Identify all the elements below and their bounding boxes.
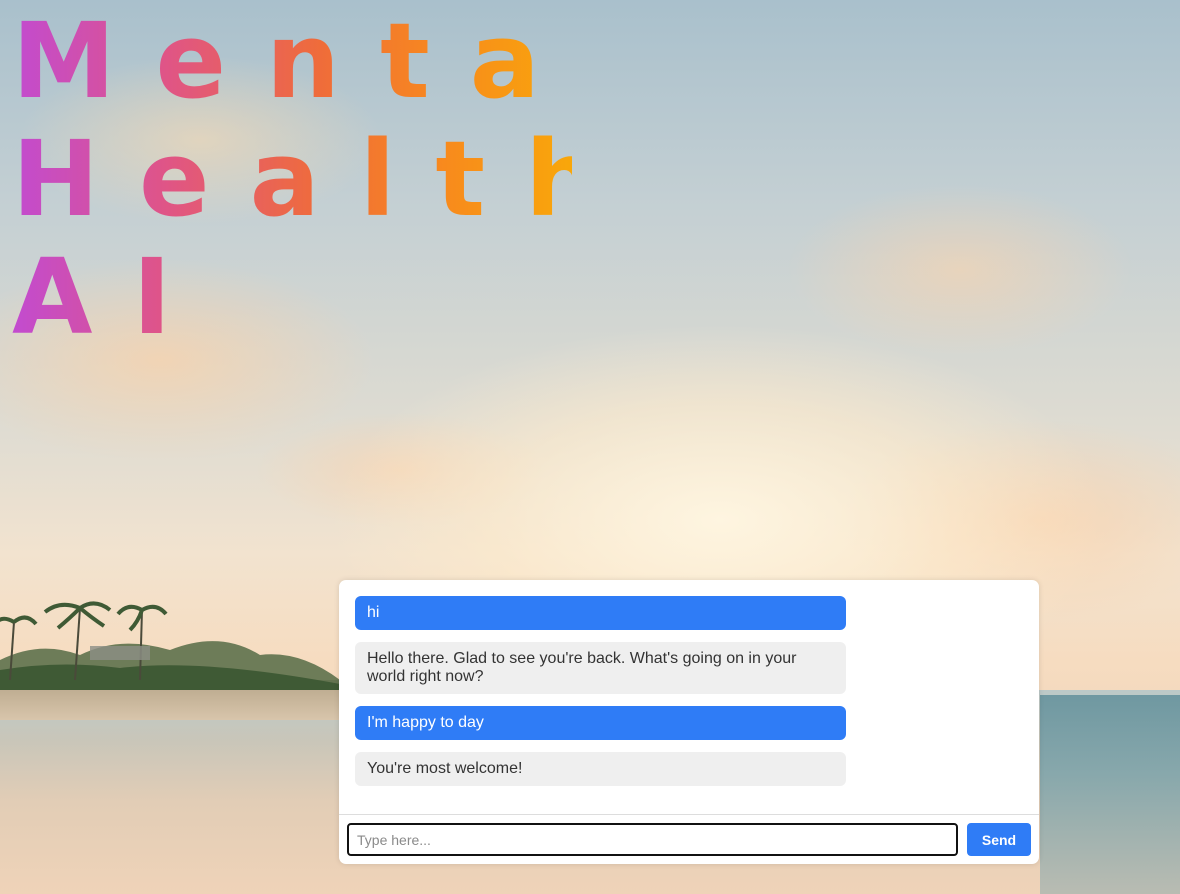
user-message: I'm happy to day (355, 706, 846, 740)
user-message: hi (355, 596, 846, 630)
title-line-1: Mental (12, 0, 656, 122)
title-line-2: Health (12, 118, 640, 240)
title-line-3: AI (12, 238, 572, 356)
send-button[interactable]: Send (967, 823, 1031, 856)
background-palm-trees (0, 601, 340, 690)
input-divider (339, 814, 1039, 815)
input-row: Send (347, 823, 1031, 857)
app-title: Mental Health AI (12, 0, 656, 356)
bot-message: Hello there. Glad to see you're back. Wh… (355, 642, 846, 694)
chat-panel: hi Hello there. Glad to see you're back.… (339, 580, 1039, 864)
background-ocean-far (1040, 695, 1180, 894)
bot-message: You're most welcome! (355, 752, 846, 786)
message-input[interactable] (347, 823, 958, 856)
message-list: hi Hello there. Glad to see you're back.… (355, 596, 846, 798)
